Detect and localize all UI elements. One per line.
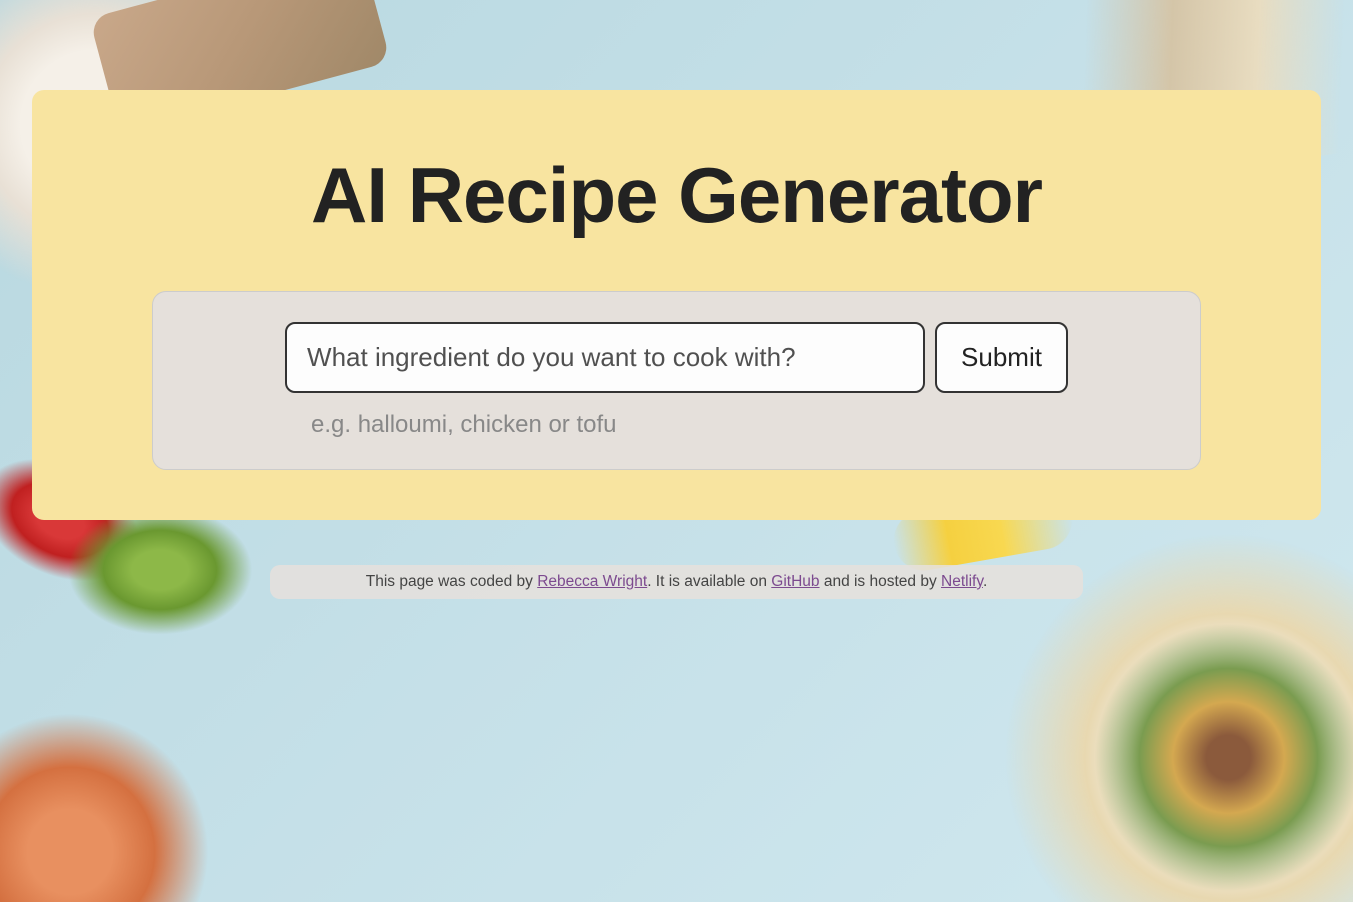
footer-mid1: . It is available on — [647, 573, 771, 590]
main-card: AI Recipe Generator Submit e.g. halloumi… — [32, 90, 1321, 520]
background-bowl-bottom-left — [0, 702, 220, 902]
netlify-link[interactable]: Netlify — [941, 573, 983, 590]
footer-suffix: . — [983, 573, 987, 590]
form-container: Submit e.g. halloumi, chicken or tofu — [152, 291, 1201, 470]
github-link[interactable]: GitHub — [771, 573, 819, 590]
form-row: Submit — [183, 322, 1170, 393]
author-link[interactable]: Rebecca Wright — [537, 573, 647, 590]
ingredient-input[interactable] — [285, 322, 925, 393]
content-wrapper: AI Recipe Generator Submit e.g. halloumi… — [0, 0, 1353, 599]
page-title: AI Recipe Generator — [152, 150, 1201, 241]
submit-button[interactable]: Submit — [935, 322, 1068, 393]
footer-mid2: and is hosted by — [820, 573, 942, 590]
footer: This page was coded by Rebecca Wright. I… — [270, 565, 1083, 599]
hint-text: e.g. halloumi, chicken or tofu — [183, 411, 1170, 439]
footer-prefix: This page was coded by — [366, 573, 537, 590]
